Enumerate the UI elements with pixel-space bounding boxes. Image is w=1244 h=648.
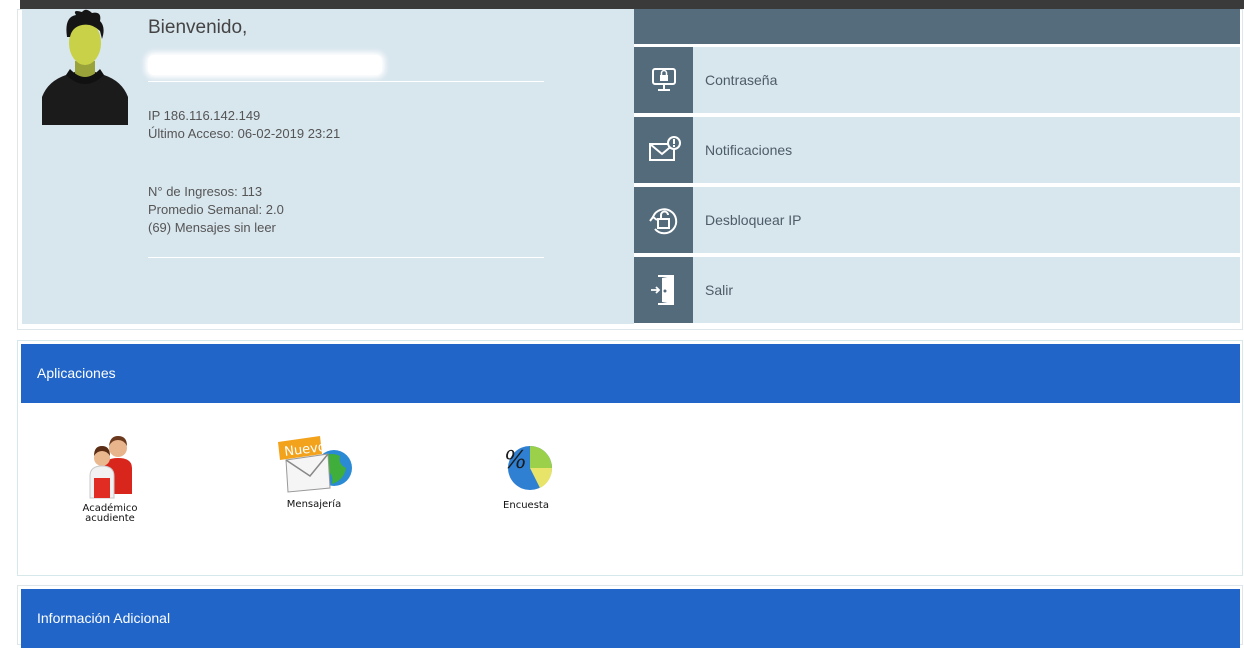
unlock-refresh-icon <box>634 187 693 253</box>
app-academic-guardian[interactable]: Académico acudiente <box>70 434 150 524</box>
menu-item-unlock-ip[interactable]: Desbloquear IP <box>634 187 1240 253</box>
exit-door-icon <box>634 257 693 323</box>
menu-item-label: Contraseña <box>705 72 778 88</box>
menu-item-label: Salir <box>705 282 734 298</box>
additional-info-header: Información Adicional <box>21 589 1240 648</box>
menu-item-notifications[interactable]: Notificaciones <box>634 117 1240 183</box>
svg-text:%: % <box>504 446 527 474</box>
weekly-average: Promedio Semanal: 2.0 <box>148 202 284 217</box>
menu-item-logout[interactable]: Salir <box>634 257 1240 323</box>
applications-header: Aplicaciones <box>21 344 1240 403</box>
account-menu-header <box>634 9 1240 44</box>
survey-percent-icon: % <box>504 446 553 490</box>
app-survey[interactable]: % Encuesta <box>488 440 564 511</box>
last-access: Último Acceso: 06-02-2019 23:21 <box>148 126 341 141</box>
messaging-globe-icon: Nuevo <box>278 436 352 493</box>
app-label: Mensajería <box>286 499 342 510</box>
top-bar <box>20 0 1244 9</box>
divider <box>148 257 544 258</box>
user-avatar <box>42 9 128 125</box>
divider <box>148 81 544 82</box>
menu-item-label: Notificaciones <box>705 142 793 158</box>
menu-item-label: Desbloquear IP <box>705 212 802 228</box>
user-summary-panel: Bienvenido, IP 186.116.142.149 Último Ac… <box>22 9 634 324</box>
app-label: Encuesta <box>503 500 549 511</box>
app-label: acudiente <box>85 513 135 524</box>
redacted-username <box>148 55 382 75</box>
monitor-lock-icon <box>634 47 693 113</box>
login-count: N° de Ingresos: 113 <box>148 184 263 199</box>
envelope-alert-icon <box>634 117 693 183</box>
unread-messages[interactable]: (69) Mensajes sin leer <box>148 220 276 235</box>
app-messaging[interactable]: Nuevo Mensajería <box>272 434 356 510</box>
menu-item-password[interactable]: Contraseña <box>634 47 1240 113</box>
account-menu: Contraseña Notificaciones Desbloquear IP <box>634 9 1240 324</box>
ip-address: IP 186.116.142.149 <box>148 108 261 123</box>
academic-people-icon <box>89 436 132 499</box>
welcome-text: Bienvenido, <box>148 17 248 38</box>
